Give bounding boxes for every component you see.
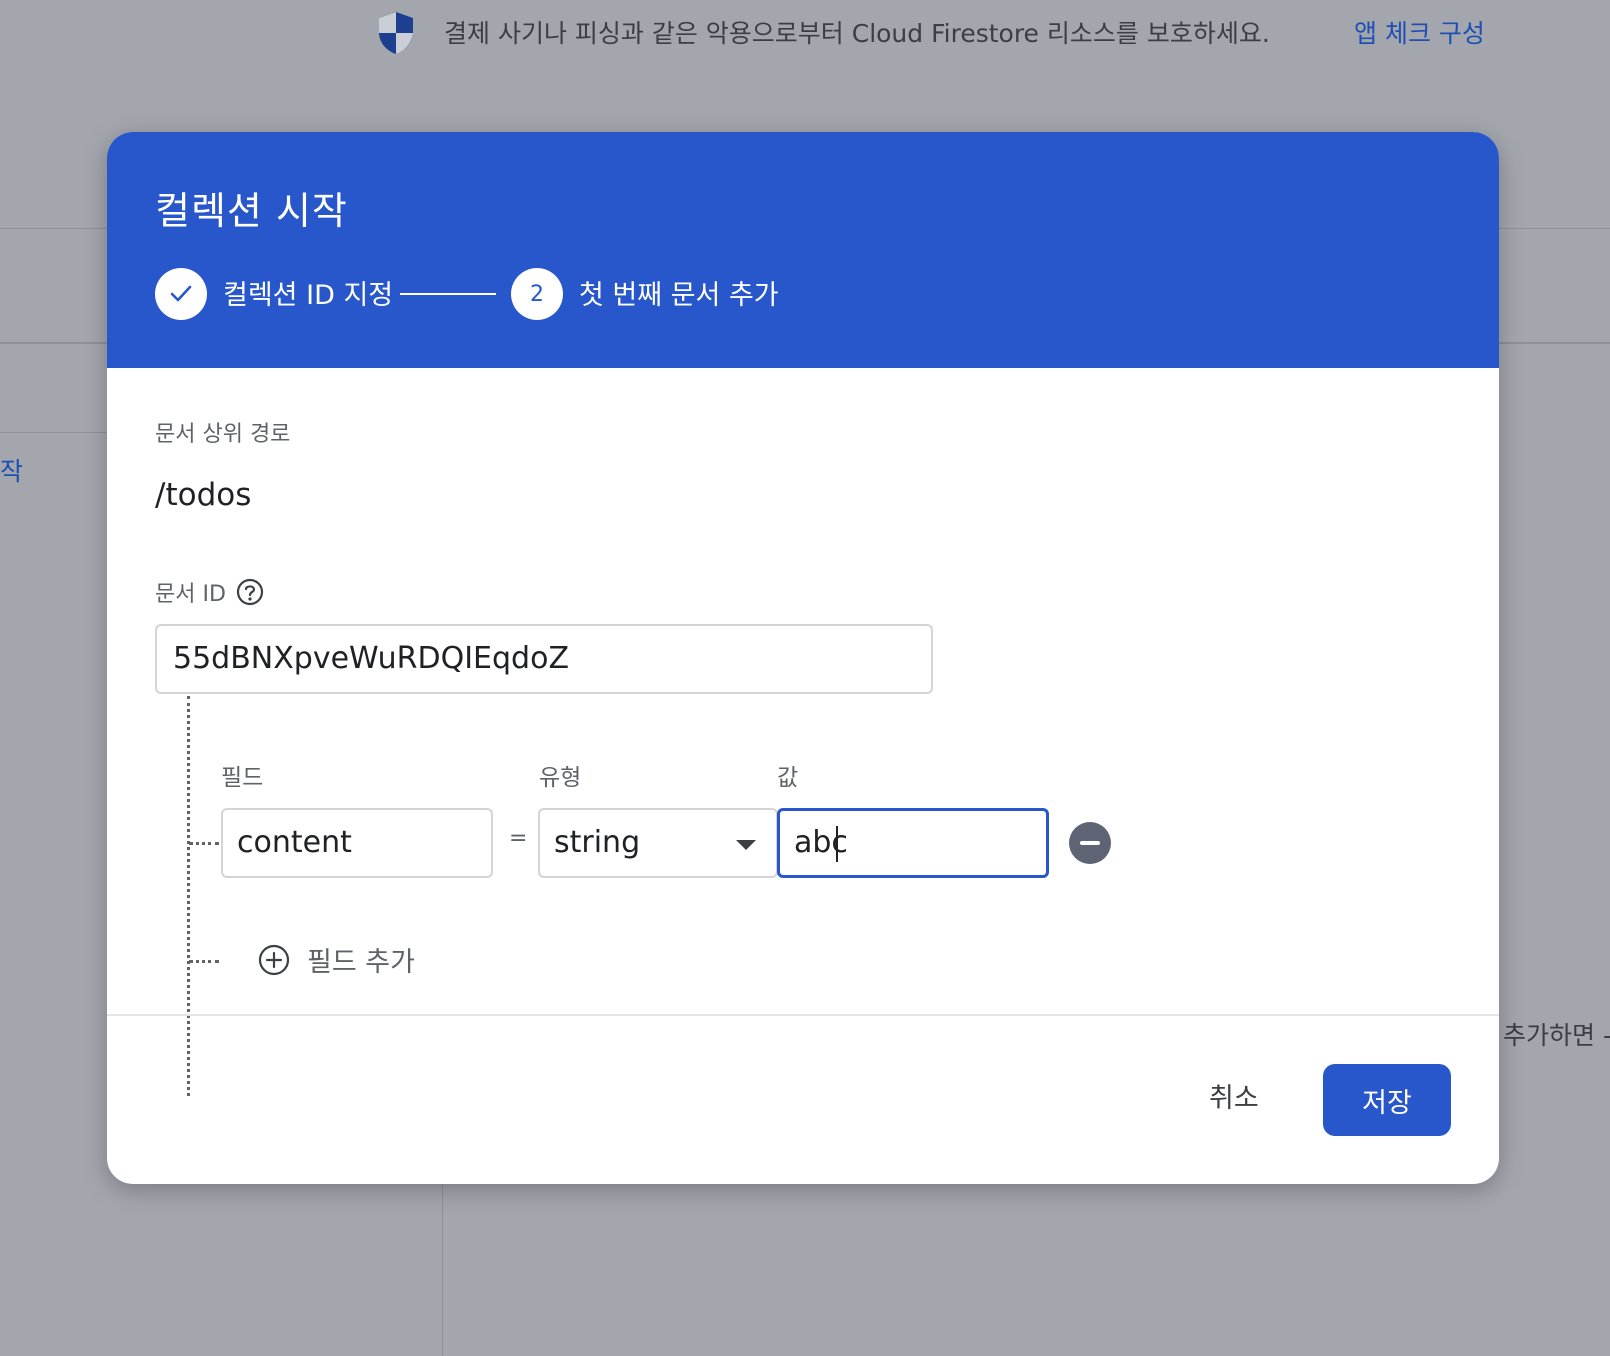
add-circle-icon (258, 944, 290, 975)
app-check-banner: 결제 사기나 피싱과 같은 악용으로부터 Cloud Firestore 리소스… (0, 0, 1610, 62)
check-icon (170, 285, 192, 302)
field-column-label: 필드 (221, 765, 264, 791)
add-field-label: 필드 추가 (307, 947, 415, 978)
bg-column-divider (442, 1184, 443, 1356)
value-input[interactable]: abc (777, 808, 1049, 878)
type-select[interactable]: string (538, 808, 778, 878)
tree-branch (189, 960, 219, 963)
tree-branch (189, 842, 219, 845)
document-id-label-row: 문서 ID (155, 576, 264, 608)
value-input-text: abc (794, 825, 848, 860)
help-icon[interactable] (236, 578, 264, 606)
configure-app-check-link[interactable]: 앱 체크 구성 (1354, 14, 1485, 50)
step-1-label: 컬렉션 ID 지정 (223, 280, 394, 311)
remove-circle-icon[interactable] (1069, 822, 1111, 864)
step-2-label: 첫 번째 문서 추가 (579, 280, 779, 311)
document-id-label: 문서 ID (155, 582, 226, 607)
shield-icon (379, 12, 413, 54)
step-2-number: 2 (530, 281, 544, 307)
bg-divider (0, 228, 107, 229)
save-button[interactable]: 저장 (1323, 1064, 1451, 1136)
parent-path-label: 문서 상위 경로 (155, 422, 291, 447)
field-name-input[interactable]: content (221, 808, 493, 878)
bg-divider (0, 342, 107, 344)
type-column-label: 유형 (539, 765, 582, 791)
bg-partial-text: 작 (0, 457, 24, 486)
step-1-indicator (155, 268, 207, 320)
equals-sign: = (509, 826, 528, 851)
chevron-down-icon (736, 840, 756, 850)
bg-partial-text: 추가하면 - (1503, 1021, 1610, 1050)
bg-divider (1499, 342, 1610, 344)
bg-divider (1499, 228, 1610, 229)
start-collection-dialog: 컬렉션 시작 컬렉션 ID 지정 2 첫 번째 문서 추가 문서 상위 경로 /… (107, 132, 1499, 1184)
type-select-value: string (554, 825, 641, 860)
add-field-button[interactable]: 필드 추가 (257, 940, 415, 979)
step-connector (400, 293, 496, 295)
text-caret (835, 825, 838, 862)
dialog-header: 컬렉션 시작 컬렉션 ID 지정 2 첫 번째 문서 추가 (107, 132, 1499, 368)
value-column-label: 값 (777, 765, 799, 791)
document-id-input[interactable]: 55dBNXpveWuRDQIEqdoZ (155, 624, 933, 694)
parent-path-value: /todos (155, 477, 252, 513)
tree-line (187, 696, 190, 1096)
dialog-title: 컬렉션 시작 (155, 189, 348, 233)
step-2-indicator: 2 (511, 268, 563, 320)
bg-divider (0, 432, 107, 433)
banner-text: 결제 사기나 피싱과 같은 악용으로부터 Cloud Firestore 리소스… (444, 19, 1270, 48)
footer-divider (107, 1014, 1499, 1016)
cancel-button[interactable]: 취소 (1197, 1068, 1271, 1123)
remove-bar (1080, 841, 1100, 845)
